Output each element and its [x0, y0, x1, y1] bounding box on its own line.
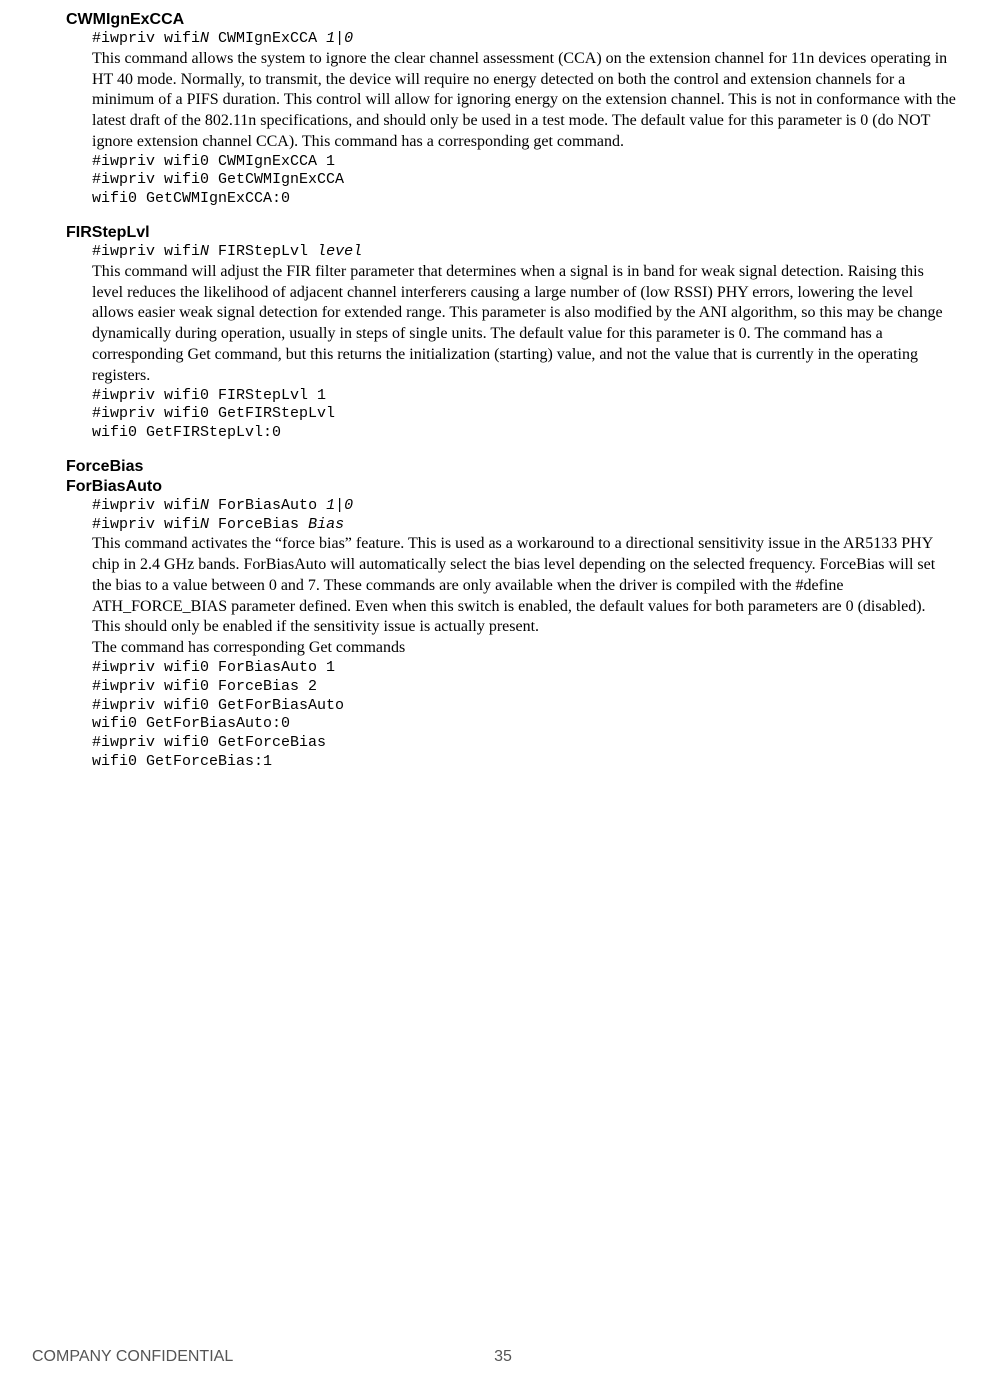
footer-page-number: 35 [0, 1348, 1006, 1366]
syntax-line: #iwpriv wifiN CWMIgnExCCA 1|0 [92, 30, 956, 49]
page-content: CWMIgnExCCA #iwpriv wifiN CWMIgnExCCA 1|… [0, 0, 1006, 772]
section-description: This command allows the system to ignore… [92, 49, 956, 153]
section-firsteplvl: FIRStepLvl #iwpriv wifiN FIRStepLvl leve… [50, 223, 956, 443]
section-description: This command activates the “force bias” … [92, 534, 956, 638]
section-example: #iwpriv wifi0 CWMIgnExCCA 1 #iwpriv wifi… [92, 153, 956, 209]
section-title: ForceBias [66, 457, 956, 477]
section-example: #iwpriv wifi0 FIRStepLvl 1 #iwpriv wifi0… [92, 387, 956, 443]
section-title: CWMIgnExCCA [66, 10, 956, 30]
syntax-line: #iwpriv wifiN FIRStepLvl level [92, 243, 956, 262]
syntax-line: #iwpriv wifiN ForBiasAuto 1|0 [92, 497, 956, 516]
section-cwmignexcca: CWMIgnExCCA #iwpriv wifiN CWMIgnExCCA 1|… [50, 10, 956, 209]
section-description-2: The command has corresponding Get comman… [92, 638, 956, 659]
section-forcebias: ForceBias ForBiasAuto #iwpriv wifiN ForB… [50, 457, 956, 772]
section-title-2: ForBiasAuto [66, 477, 956, 497]
section-title: FIRStepLvl [66, 223, 956, 243]
section-description: This command will adjust the FIR filter … [92, 262, 956, 387]
syntax-line-2: #iwpriv wifiN ForceBias Bias [92, 516, 956, 535]
section-example: #iwpriv wifi0 ForBiasAuto 1 #iwpriv wifi… [92, 659, 956, 772]
